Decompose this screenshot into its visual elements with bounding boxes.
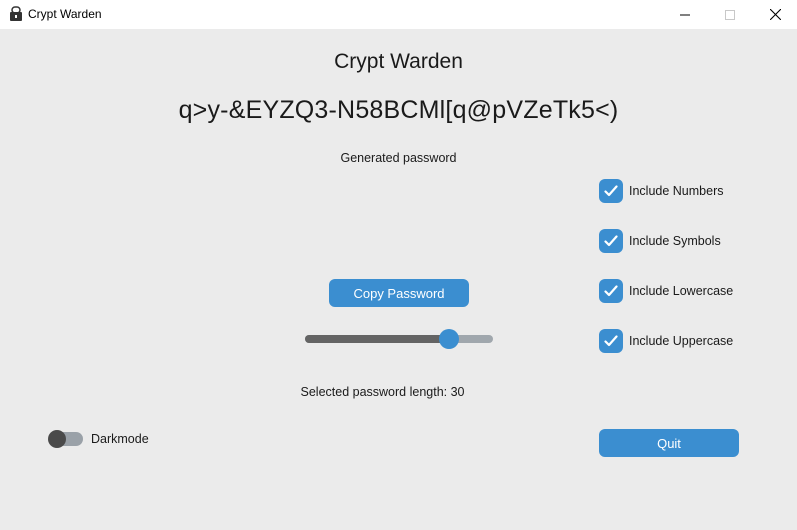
maximize-icon — [725, 9, 735, 20]
checkbox-include-lowercase[interactable] — [599, 279, 623, 303]
window-titlebar[interactable]: Crypt Warden — [0, 0, 797, 29]
window-title: Crypt Warden — [28, 7, 102, 21]
darkmode-label: Darkmode — [91, 432, 149, 446]
app-heading: Crypt Warden — [334, 50, 463, 73]
option-include-lowercase[interactable]: Include Lowercase — [599, 279, 733, 303]
password-display: q>y-&EYZQ3-N58BCMl[q@pVZeTk5<) — [178, 96, 619, 124]
checkbox-include-numbers[interactable] — [599, 179, 623, 203]
option-include-symbols[interactable]: Include Symbols — [599, 229, 721, 253]
slider-handle[interactable] — [439, 329, 460, 349]
option-include-uppercase[interactable]: Include Uppercase — [599, 329, 733, 353]
checkmark-icon — [604, 185, 618, 197]
switch-knob[interactable] — [48, 430, 66, 448]
generated-password-label: Generated password — [340, 151, 457, 165]
checkmark-icon — [604, 285, 618, 297]
option-include-numbers[interactable]: Include Numbers — [599, 179, 724, 203]
quit-button[interactable]: Quit — [599, 429, 739, 457]
option-label: Include Numbers — [629, 184, 724, 198]
close-button[interactable] — [752, 0, 797, 29]
copy-password-button[interactable]: Copy Password — [329, 279, 469, 307]
minimize-icon — [680, 14, 690, 15]
password-length-label: Selected password length: 30 — [300, 385, 465, 399]
slider-fill — [305, 335, 450, 343]
checkmark-icon — [604, 335, 618, 347]
option-label: Include Uppercase — [629, 334, 734, 348]
vault-icon — [10, 6, 22, 21]
darkmode-switch[interactable]: Darkmode — [48, 430, 149, 448]
password-length-slider[interactable] — [305, 329, 493, 349]
switch-track[interactable] — [48, 430, 83, 448]
checkbox-include-symbols[interactable] — [599, 229, 623, 253]
close-icon — [769, 9, 781, 20]
maximize-button[interactable] — [707, 0, 753, 29]
minimize-button[interactable] — [662, 0, 708, 29]
option-label: Include Symbols — [629, 234, 721, 248]
option-label: Include Lowercase — [629, 284, 734, 298]
checkmark-icon — [604, 235, 618, 247]
checkbox-include-uppercase[interactable] — [599, 329, 623, 353]
